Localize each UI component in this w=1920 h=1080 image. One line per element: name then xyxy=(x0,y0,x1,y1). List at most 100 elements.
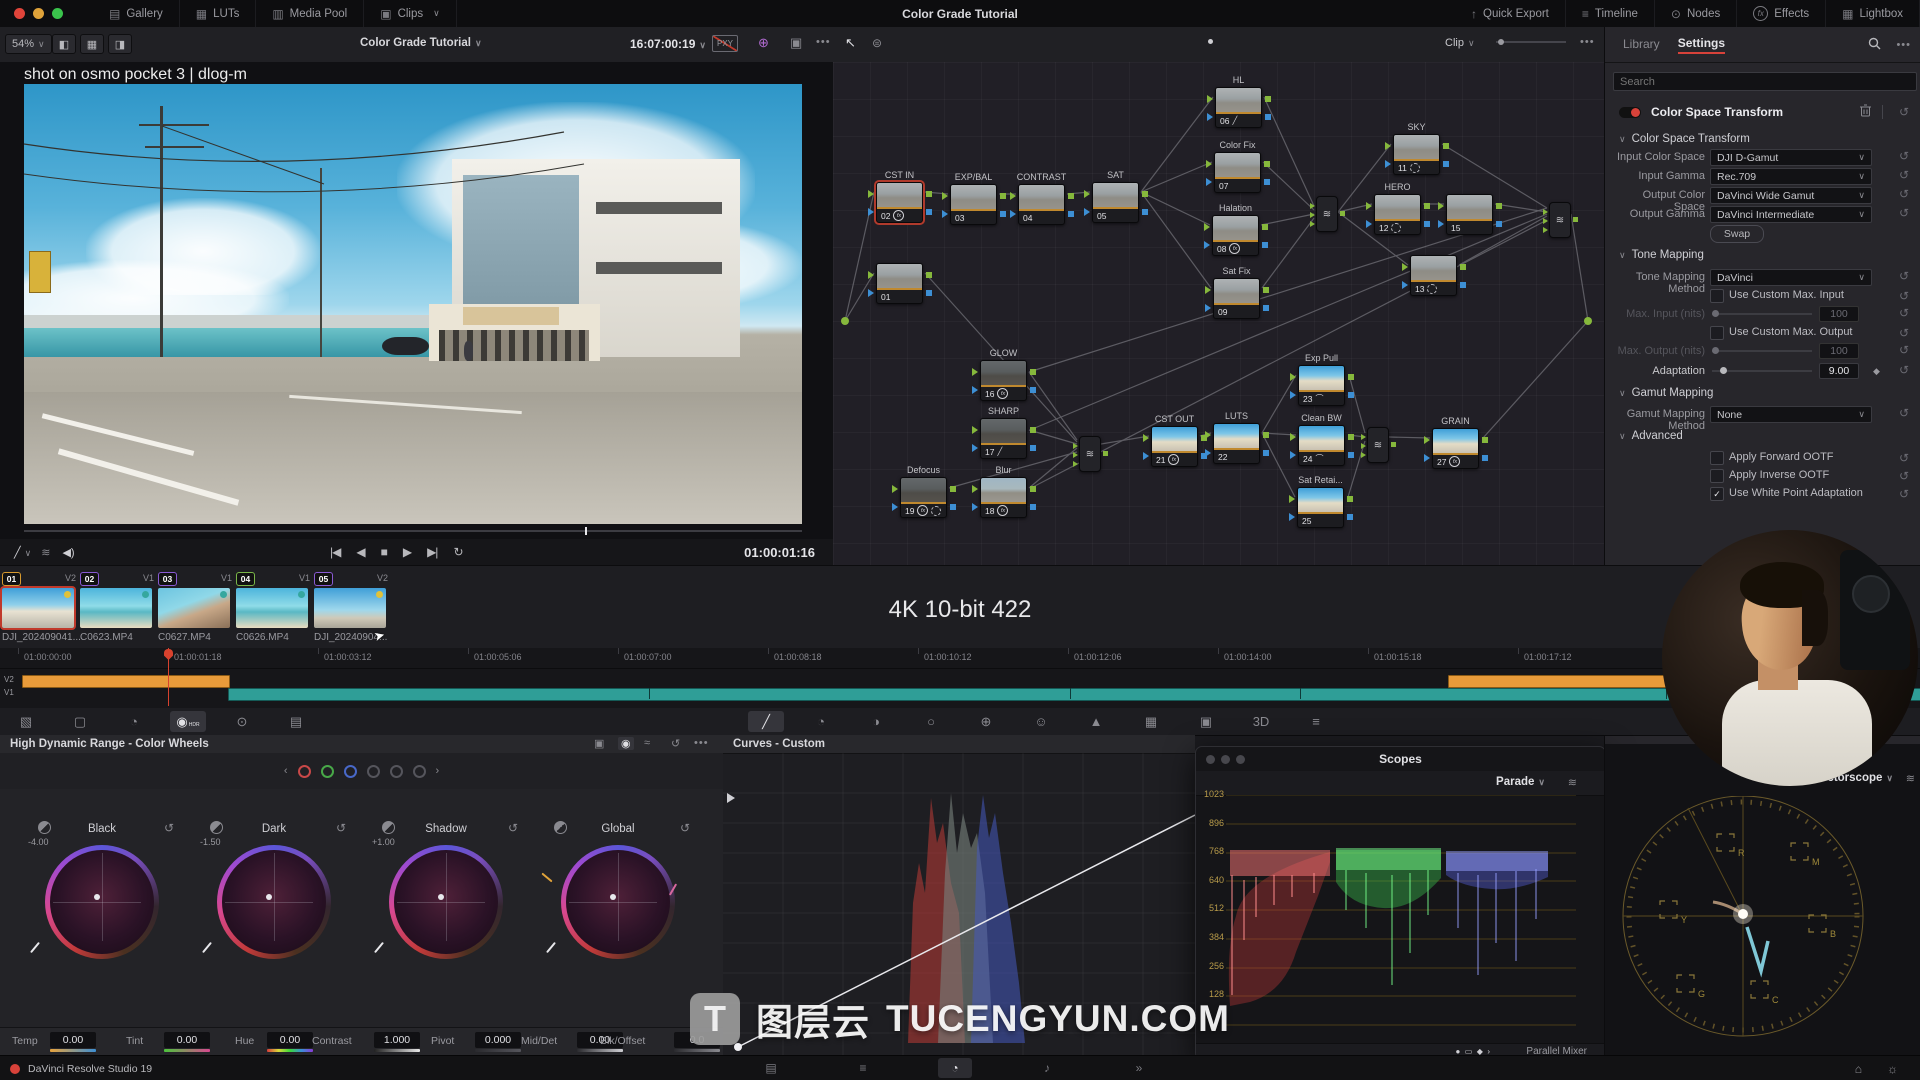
rgb-port[interactable] xyxy=(1000,193,1006,199)
picker-tool-icon[interactable]: ╱∨ xyxy=(14,546,31,559)
node-options-icon[interactable]: ••• xyxy=(1580,36,1595,48)
rgb-port[interactable] xyxy=(1347,496,1353,502)
loop-button[interactable]: ↻ xyxy=(445,545,470,559)
node-sat-retai-[interactable]: Sat Retai...25 xyxy=(1297,487,1344,528)
node-graph[interactable]: 01CST IN02fxEXP/BAL03CONTRAST04SAT05HL06… xyxy=(833,62,1604,565)
node-luts[interactable]: LUTS22 xyxy=(1213,423,1260,464)
hsl-curves-icon[interactable]: ◔ xyxy=(803,711,839,732)
reset-icon[interactable]: ↺ xyxy=(1899,289,1909,303)
rgb-port[interactable] xyxy=(1205,431,1211,439)
gear-icon[interactable]: ☼ xyxy=(1887,1062,1898,1076)
key-icon[interactable]: ▦ xyxy=(1133,711,1169,732)
reset-icon[interactable]: ↺ xyxy=(1899,269,1909,283)
hdr-options-icon[interactable]: ••• xyxy=(694,737,709,749)
wheel-reset-icon[interactable]: ↺ xyxy=(336,821,346,835)
keyframe-icon[interactable]: ◆ xyxy=(1873,366,1880,377)
wheel-reset-icon[interactable]: ↺ xyxy=(164,821,174,835)
key-port[interactable] xyxy=(972,503,978,511)
wheel-dial-icon[interactable] xyxy=(382,821,395,834)
video-frame[interactable] xyxy=(24,84,802,524)
key-port[interactable] xyxy=(1424,454,1430,462)
node-defocus[interactable]: Defocus19fx xyxy=(900,477,947,518)
key-port[interactable] xyxy=(1262,242,1268,248)
rgb-port[interactable] xyxy=(1030,369,1036,375)
key-port[interactable] xyxy=(1424,221,1430,227)
mixer-input-port[interactable] xyxy=(1073,443,1078,449)
scope-settings-icon[interactable]: ≋ xyxy=(1568,776,1577,789)
key-port[interactable] xyxy=(926,209,932,215)
wheel-mode-icon[interactable]: ◉ xyxy=(618,737,634,750)
color-wheels-icon[interactable]: ◔ xyxy=(116,711,152,732)
rgb-port[interactable] xyxy=(892,485,898,493)
panel-options-icon[interactable]: ••• xyxy=(1896,39,1911,51)
plugin-reset-icon[interactable]: ↺ xyxy=(1899,105,1909,119)
rgb-port[interactable] xyxy=(1460,264,1466,270)
wheel-center-dot[interactable] xyxy=(438,894,444,900)
rgb-port[interactable] xyxy=(1348,434,1354,440)
key-port[interactable] xyxy=(1030,387,1036,393)
key-port[interactable] xyxy=(972,444,978,452)
rgb-port[interactable] xyxy=(1205,286,1211,294)
ab-compare-icon[interactable]: ◨ xyxy=(108,34,132,54)
timeline-clip-orange[interactable] xyxy=(22,675,230,688)
node-size-slider[interactable] xyxy=(1496,41,1566,43)
node-sharp[interactable]: SHARP17╱ xyxy=(980,418,1027,459)
key-port[interactable] xyxy=(972,386,978,394)
expand-viewer-icon[interactable]: ▣ xyxy=(790,35,802,51)
key-port[interactable] xyxy=(1443,161,1449,167)
search-icon[interactable] xyxy=(1868,37,1881,53)
node-exp-pull[interactable]: Exp Pull23⌒ xyxy=(1298,365,1345,406)
key-port[interactable] xyxy=(1366,220,1372,228)
wheel-center-dot[interactable] xyxy=(610,894,616,900)
mixer-input-port[interactable] xyxy=(1073,452,1078,458)
titlebar-left-button-media-pool[interactable]: ▥Media Pool xyxy=(256,0,364,27)
wheel-center-dot[interactable] xyxy=(266,894,272,900)
timeline-playhead[interactable] xyxy=(168,648,169,706)
rgb-port[interactable] xyxy=(972,426,978,434)
mixer-input-port[interactable] xyxy=(1361,443,1366,449)
node-contrast[interactable]: CONTRAST04 xyxy=(1018,184,1065,225)
key-port[interactable] xyxy=(1263,450,1269,456)
tab-settings[interactable]: Settings xyxy=(1678,36,1725,54)
custom-max-input-checkbox[interactable] xyxy=(1710,289,1724,303)
key-port[interactable] xyxy=(1205,449,1211,457)
proxy-toggle-icon[interactable]: PXY xyxy=(712,35,738,52)
mini-timeline[interactable]: 01:00:00:0001:00:01:1801:00:03:1201:00:0… xyxy=(0,648,1920,708)
node-13[interactable]: 13 xyxy=(1410,255,1457,296)
rgb-port[interactable] xyxy=(1424,436,1430,444)
media-page-icon[interactable]: ▤ xyxy=(754,1058,788,1078)
reset-icon[interactable]: ↺ xyxy=(1899,206,1909,220)
color-wheel[interactable] xyxy=(561,845,675,959)
key-port[interactable] xyxy=(942,210,948,218)
viewer-scrub-bar[interactable] xyxy=(24,530,802,532)
node-grain[interactable]: GRAIN27fx xyxy=(1432,428,1479,469)
section-tone-mapping[interactable]: ∨Tone Mapping xyxy=(1615,249,1704,261)
node-cst-in[interactable]: CST IN02fx xyxy=(876,182,923,223)
mixer-output-port[interactable] xyxy=(1103,451,1108,456)
key-port[interactable] xyxy=(1142,209,1148,215)
split-view-icon[interactable]: ▦ xyxy=(80,34,104,54)
rgb-port[interactable] xyxy=(1142,191,1148,197)
rgb-port[interactable] xyxy=(1496,203,1502,209)
key-port[interactable] xyxy=(1143,452,1149,460)
rgb-port[interactable] xyxy=(868,271,874,279)
node-exp-bal[interactable]: EXP/BAL03 xyxy=(950,184,997,225)
rgb-port[interactable] xyxy=(868,190,874,198)
mixer-input-port[interactable] xyxy=(1361,452,1366,458)
blur-icon[interactable]: ▲ xyxy=(1078,711,1114,732)
minimize-window-icon[interactable] xyxy=(33,8,44,19)
scrub-playhead[interactable] xyxy=(585,527,587,535)
mixer-input-port[interactable] xyxy=(1073,461,1078,467)
key-port[interactable] xyxy=(1010,210,1016,218)
titlebar-right-button-effects[interactable]: fxEffects xyxy=(1737,0,1826,27)
key-port[interactable] xyxy=(1290,451,1296,459)
hdr-reset-icon[interactable]: ↺ xyxy=(671,737,680,750)
node-blur[interactable]: Blur18fx xyxy=(980,477,1027,518)
clip-selector[interactable]: Clip∨ xyxy=(1445,37,1475,49)
viewer-options-icon[interactable]: ••• xyxy=(816,36,831,48)
setting-select[interactable]: DJI D-Gamut∨ xyxy=(1710,149,1872,166)
gamut-method-select[interactable]: None∨ xyxy=(1710,406,1872,423)
custom-max-output-checkbox[interactable] xyxy=(1710,326,1724,340)
single-viewer-icon[interactable]: ◧ xyxy=(52,34,76,54)
camera-raw-icon[interactable]: ▧ xyxy=(8,711,44,732)
